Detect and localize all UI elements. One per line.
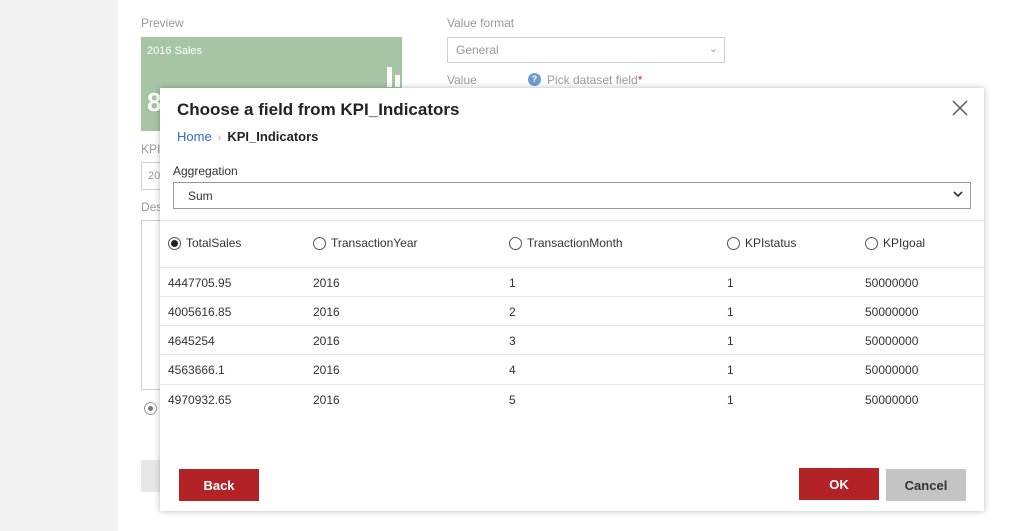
breadcrumb-home-link[interactable]: Home: [177, 129, 212, 144]
cancel-button[interactable]: Cancel: [886, 469, 966, 501]
table-cell: 5: [509, 393, 516, 407]
table-cell: 1: [509, 276, 516, 290]
value-label: Value: [447, 73, 477, 87]
left-rail: [0, 0, 118, 531]
radio-icon: [509, 236, 522, 250]
table-cell: 2016: [313, 305, 340, 319]
close-icon[interactable]: [950, 98, 970, 118]
table-cell: 2016: [313, 276, 340, 290]
radio-icon: [313, 236, 326, 250]
help-icon[interactable]: ?: [528, 73, 541, 86]
dialog-title: Choose a field from KPI_Indicators: [177, 100, 460, 119]
table-cell: 4563666.1: [168, 363, 225, 377]
table-cell: 1: [727, 363, 734, 377]
back-button[interactable]: Back: [179, 469, 259, 501]
table-cell: 4645254: [168, 334, 215, 348]
table-cell: 1: [727, 276, 734, 290]
table-cell: 50000000: [865, 334, 919, 348]
table-cell: 1: [727, 393, 734, 407]
table-cell: 2016: [313, 393, 340, 407]
table-cell: 1: [727, 334, 734, 348]
divider: [160, 220, 984, 221]
pick-field-link[interactable]: Pick dataset field*: [547, 73, 642, 87]
table-cell: 50000000: [865, 305, 919, 319]
aggregation-label: Aggregation: [173, 164, 238, 178]
breadcrumb-separator: ›: [217, 132, 222, 144]
preview-label: Preview: [141, 16, 184, 30]
column-radio-transactionyear[interactable]: TransactionYear: [313, 236, 418, 250]
breadcrumb-current: KPI_Indicators: [227, 129, 319, 144]
table-cell: 50000000: [865, 276, 919, 290]
value-format-selected: General: [456, 43, 499, 57]
column-radio-totalsales[interactable]: TotalSales: [168, 236, 241, 250]
column-radio-transactionmonth[interactable]: TransactionMonth: [509, 236, 623, 250]
kpi-label: KPI: [141, 142, 161, 156]
radio-icon: [727, 236, 740, 250]
table-cell: 4: [509, 363, 516, 377]
chevron-down-icon: [952, 187, 964, 201]
table-cell: 50000000: [865, 363, 919, 377]
table-row: 4970932.65 2016 5 1 50000000: [160, 384, 984, 414]
table-cell: 1: [727, 305, 734, 319]
table-cell: 2: [509, 305, 516, 319]
table-cell: 3: [509, 334, 516, 348]
table-row: 4645254 2016 3 1 50000000: [160, 325, 984, 355]
ok-button[interactable]: OK: [799, 468, 879, 500]
column-label: KPIstatus: [745, 236, 797, 250]
table-cell: 4970932.65: [168, 393, 232, 407]
table-row: 4447705.95 2016 1 1 50000000: [160, 267, 984, 297]
table-row: 4563666.1 2016 4 1 50000000: [160, 354, 984, 384]
column-radio-kpigoal[interactable]: KPIgoal: [865, 236, 925, 250]
column-label: TransactionYear: [331, 236, 418, 250]
table-cell: 2016: [313, 363, 340, 377]
required-mark: *: [637, 73, 643, 87]
value-format-label: Value format: [447, 16, 515, 30]
column-radio-kpistatus[interactable]: KPIstatus: [727, 236, 796, 250]
table-row: 4005616.85 2016 2 1 50000000: [160, 296, 984, 326]
preview-chart-icon: [387, 67, 392, 87]
column-label: KPIgoal: [883, 236, 926, 250]
radio-icon: [865, 236, 878, 250]
choose-field-dialog: Choose a field from KPI_Indicators Home ›…: [160, 88, 984, 511]
aggregation-select[interactable]: Sum: [173, 182, 971, 209]
breadcrumb: Home › KPI_Indicators: [177, 129, 318, 144]
preview-card-title: 2016 Sales: [147, 45, 203, 57]
radio-selected-icon: [168, 236, 181, 250]
chevron-down-icon: ⌄: [708, 43, 718, 55]
aggregation-selected: Sum: [188, 189, 213, 203]
table-cell: 4005616.85: [168, 305, 232, 319]
table-cell: 4447705.95: [168, 276, 232, 290]
column-label: TotalSales: [186, 236, 242, 250]
preview-chart-bar: [395, 75, 400, 87]
table-cell: 50000000: [865, 393, 919, 407]
table-cell: 2016: [313, 334, 340, 348]
background-radio[interactable]: [144, 402, 157, 415]
column-label: TransactionMonth: [527, 236, 623, 250]
value-format-select[interactable]: General ⌄: [447, 37, 725, 63]
